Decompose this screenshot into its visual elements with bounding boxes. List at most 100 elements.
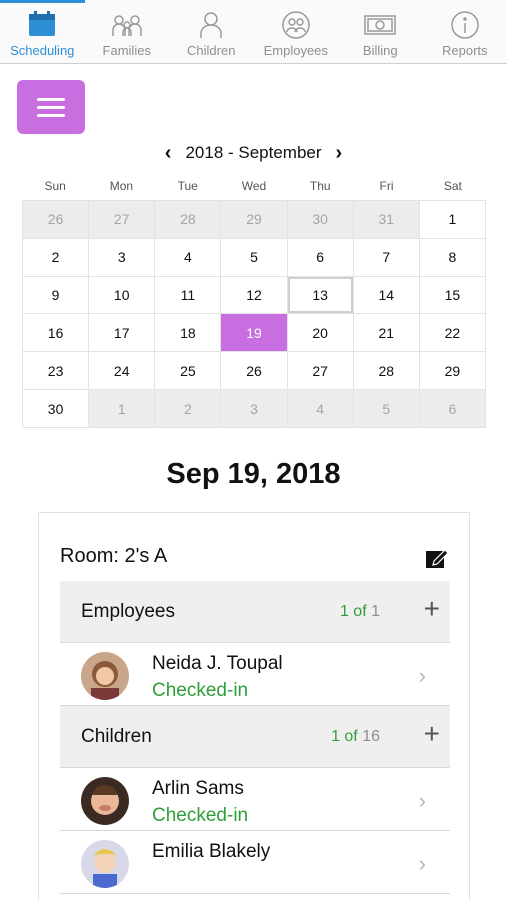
calendar-day[interactable]: 26 (23, 201, 90, 239)
calendar-day[interactable]: 28 (353, 352, 420, 391)
calendar-day[interactable]: 2 (23, 238, 90, 277)
chevron-right-icon: › (418, 663, 426, 688)
calendar-day[interactable]: 20 (287, 314, 354, 353)
calendar-day[interactable]: 8 (419, 238, 486, 277)
calendar-day[interactable]: 25 (155, 352, 222, 391)
person-name: Neida J. Toupal (152, 653, 283, 674)
calendar-day[interactable]: 27 (287, 352, 354, 391)
tab-label: Children (187, 43, 236, 58)
calendar-day[interactable]: 29 (419, 352, 486, 391)
count-total: 1 (371, 603, 380, 620)
avatar (81, 777, 129, 825)
prev-month-button[interactable]: ‹ (165, 142, 172, 165)
calendar-day[interactable]: 26 (221, 352, 288, 391)
calendar-icon (29, 11, 56, 36)
count-total: 16 (362, 728, 380, 745)
calendar-day[interactable]: 2 (155, 390, 222, 428)
calendar-day[interactable]: 5 (353, 390, 420, 428)
calendar-day[interactable]: 4 (287, 390, 354, 428)
calendar-day[interactable]: 16 (23, 314, 90, 353)
person-name: Arlin Sams (152, 778, 244, 799)
room-card: Room: 2's A Employees 1 of 1 + Neida J. … (38, 512, 470, 900)
edit-icon[interactable] (425, 547, 449, 569)
tab-families[interactable]: Families (85, 0, 170, 63)
status-text: Checked-in (152, 805, 249, 826)
calendar-day[interactable]: 24 (89, 352, 156, 391)
chevron-right-icon: › (418, 851, 426, 876)
calendar-day[interactable]: 4 (155, 238, 222, 277)
weekday-label: Sat (443, 179, 462, 193)
calendar-day[interactable]: 12 (221, 276, 288, 315)
next-month-button[interactable]: › (336, 142, 343, 165)
child-row[interactable]: Emilia Blakely › (60, 831, 450, 894)
calendar-day[interactable]: 10 (89, 276, 156, 315)
tab-label: Billing (362, 43, 398, 58)
calendar-day[interactable]: 11 (155, 276, 222, 315)
month-title: 2018 - September (185, 143, 322, 162)
calendar-day-today[interactable]: 13 (287, 276, 354, 315)
month-navigation: ‹ 2018 - September › (0, 141, 507, 165)
weekday-label: Mon (109, 179, 134, 193)
status-text: Checked-in (152, 680, 249, 701)
children-section-header: Children 1 of 16 + (60, 706, 450, 768)
weekday-label: Tue (177, 179, 198, 193)
section-title: Children (81, 726, 152, 747)
hamburger-line (37, 97, 65, 101)
count-checked: 1 of (331, 728, 358, 745)
weekday-header-row: Sun Mon Tue Wed Thu Fri Sat (22, 179, 486, 195)
tab-label: Families (102, 43, 151, 58)
avatar (81, 652, 129, 700)
employees-icon (282, 11, 310, 39)
chevron-right-icon: › (418, 788, 426, 813)
calendar-day[interactable]: 9 (23, 276, 90, 315)
calendar-day[interactable]: 31 (353, 201, 420, 239)
calendar-day[interactable]: 1 (89, 390, 156, 428)
calendar-day[interactable]: 1 (419, 201, 486, 239)
calendar-day[interactable]: 21 (353, 314, 420, 353)
calendar-day[interactable]: 6 (419, 390, 486, 428)
child-row[interactable]: Arlin Sams Checked-in › (60, 768, 450, 831)
calendar-day[interactable]: 23 (23, 352, 90, 391)
calendar-day[interactable]: 3 (89, 238, 156, 277)
calendar-day[interactable]: 6 (287, 238, 354, 277)
weekday-label: Fri (379, 179, 394, 193)
employee-row[interactable]: Neida J. Toupal Checked-in › (60, 643, 450, 706)
calendar-day[interactable]: 22 (419, 314, 486, 353)
tab-label: Reports (441, 43, 488, 58)
calendar-day[interactable]: 7 (353, 238, 420, 277)
families-icon (112, 15, 142, 36)
tab-employees[interactable]: Employees (254, 0, 339, 63)
selected-date-heading: Sep 19, 2018 (166, 458, 341, 490)
add-child-button[interactable]: + (424, 718, 440, 750)
weekday-label: Wed (241, 179, 267, 193)
calendar-day[interactable]: 15 (419, 276, 486, 315)
calendar-day[interactable]: 29 (221, 201, 288, 239)
calendar-day[interactable]: 14 (353, 276, 420, 315)
calendar-day[interactable]: 5 (221, 238, 288, 277)
hamburger-line (37, 105, 65, 109)
calendar-day[interactable]: 30 (23, 390, 90, 428)
calendar-day[interactable]: 18 (155, 314, 222, 353)
tab-reports[interactable]: Reports (423, 0, 507, 63)
calendar-day[interactable]: 17 (89, 314, 156, 353)
calendar-day[interactable]: 28 (155, 201, 222, 239)
calendar-day[interactable]: 3 (221, 390, 288, 428)
calendar-day[interactable]: 30 (287, 201, 354, 239)
tab-scheduling[interactable]: Scheduling (0, 0, 85, 63)
calendar-grid: 26 27 28 29 30 31 1 2 3 4 5 6 7 8 9 10 11 12 13 14 15 16 17 18 1… (22, 200, 486, 428)
calendar-day-selected[interactable]: 19 (221, 314, 288, 353)
calendar-day[interactable]: 27 (89, 201, 156, 239)
section-title: Employees (81, 601, 175, 622)
avatar (81, 840, 129, 888)
room-title: Room: 2's A (60, 545, 168, 567)
hamburger-line (37, 113, 65, 117)
add-employee-button[interactable]: + (424, 593, 440, 625)
top-tab-bar: Scheduling Families Children Employees B… (0, 0, 507, 64)
employees-section-header: Employees 1 of 1 + (60, 581, 450, 643)
tab-billing[interactable]: Billing (338, 0, 423, 63)
menu-button[interactable] (17, 80, 85, 134)
count-checked: 1 of (339, 603, 367, 620)
tab-children[interactable]: Children (169, 0, 254, 63)
tab-label: Employees (263, 43, 328, 58)
weekday-label: Sun (44, 179, 66, 193)
